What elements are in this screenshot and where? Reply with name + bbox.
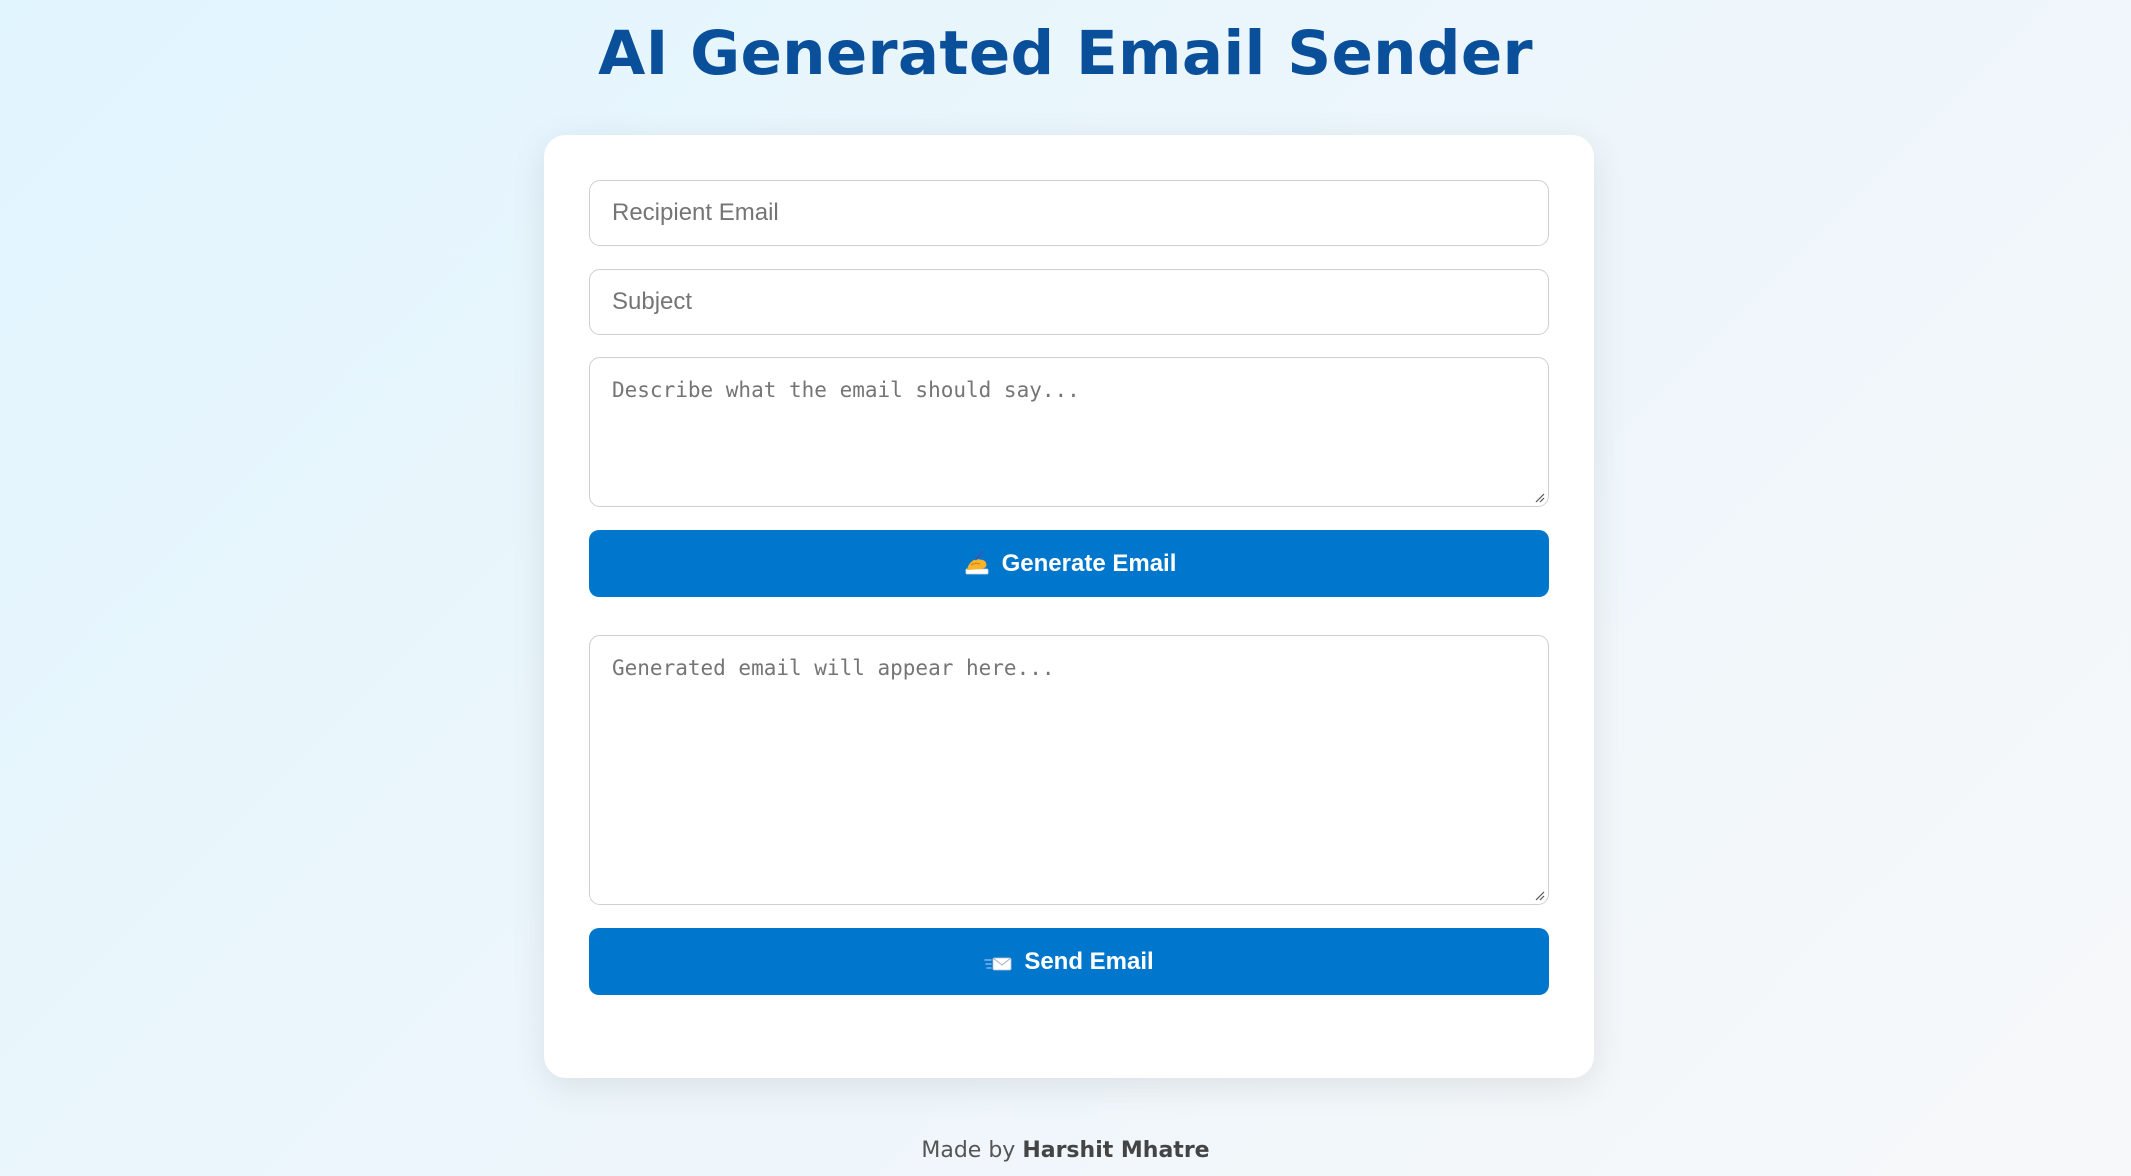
generated-email-placeholder: Generated email will appear here...	[612, 656, 1055, 680]
footer-author: Harshit Mhatre	[1022, 1138, 1210, 1163]
email-description-textarea[interactable]: Describe what the email should say...	[589, 357, 1549, 507]
generated-email-textarea[interactable]: Generated email will appear here...	[589, 635, 1549, 905]
subject-placeholder: Subject	[612, 288, 693, 315]
send-email-label: Send Email	[1024, 947, 1154, 975]
send-email-button[interactable]: Send Email	[589, 928, 1549, 995]
recipient-email-input[interactable]: Recipient Email	[589, 180, 1549, 246]
email-description-placeholder: Describe what the email should say...	[612, 378, 1080, 402]
subject-input[interactable]: Subject	[589, 269, 1549, 335]
resize-handle-icon[interactable]	[1533, 491, 1545, 503]
generate-email-button[interactable]: Generate Email	[589, 530, 1549, 597]
footer-prefix: Made by	[921, 1138, 1016, 1163]
page-title: AI Generated Email Sender	[598, 18, 1533, 89]
send-envelope-icon	[984, 957, 1012, 970]
resize-handle-icon[interactable]	[1533, 889, 1545, 901]
recipient-email-placeholder: Recipient Email	[612, 199, 779, 226]
email-form-card: Recipient Email Subject Describe what th…	[544, 135, 1594, 1078]
footer: Made by Harshit Mhatre	[0, 1138, 2131, 1163]
generate-email-label: Generate Email	[1001, 549, 1177, 577]
writing-hand-icon	[965, 550, 989, 574]
